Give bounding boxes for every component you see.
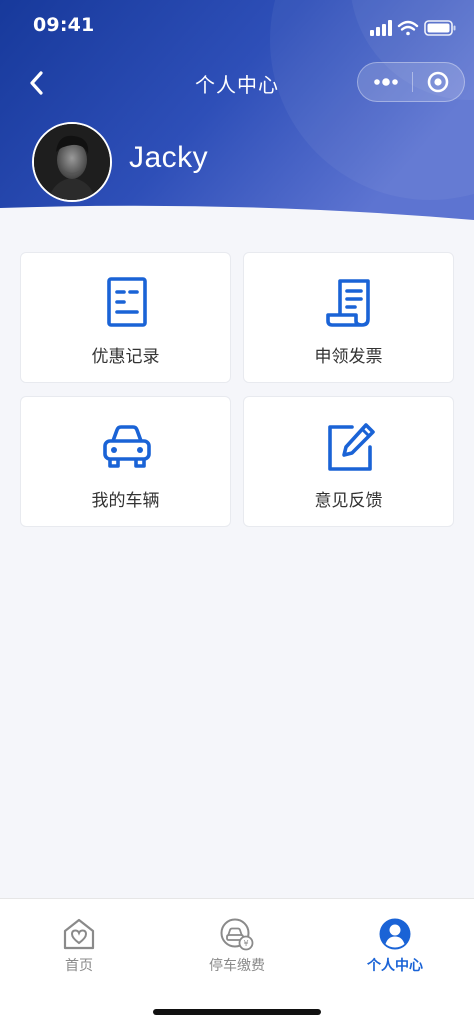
tab-label: 停车缴费: [209, 958, 265, 974]
menu-card-my-vehicles[interactable]: 我的车辆: [20, 396, 231, 527]
parking-payment-icon: ¥: [220, 918, 254, 951]
target-circle-icon: [427, 71, 449, 93]
wifi-icon: [397, 20, 419, 36]
edit-pencil-icon: [328, 423, 375, 471]
svg-text:¥: ¥: [243, 939, 248, 948]
invoice-scroll-icon: [326, 279, 370, 327]
menu-card-feedback[interactable]: 意见反馈: [243, 396, 454, 527]
bottom-tab-bar: 首页 ¥ 停车缴费 个人中心: [0, 898, 474, 1026]
receipt-list-icon: [107, 277, 147, 327]
tab-parking-payment[interactable]: ¥ 停车缴费: [158, 913, 316, 979]
profile-header: 09:41 个人中心 Jacky: [0, 0, 474, 225]
status-time: 09:41: [33, 14, 95, 36]
more-dots-icon: [374, 78, 398, 86]
menu-card-label: 意见反馈: [314, 491, 383, 511]
avatar: [32, 122, 112, 202]
user-profile-icon: [379, 918, 411, 950]
car-icon: [103, 425, 151, 468]
close-button[interactable]: [413, 63, 465, 101]
tab-label: 首页: [65, 958, 93, 974]
home-indicator: [153, 1009, 321, 1015]
battery-icon: [424, 20, 456, 36]
user-photo-avatar: [34, 124, 110, 200]
tab-home[interactable]: 首页: [0, 913, 158, 979]
signal-icon: [370, 20, 392, 36]
menu-card-label: 我的车辆: [91, 491, 160, 511]
home-heart-icon: [63, 918, 95, 950]
username: Jacky: [129, 141, 209, 174]
menu-card-label: 优惠记录: [91, 347, 160, 367]
mini-program-capsule: [357, 62, 465, 102]
status-icons: [370, 18, 458, 42]
tab-personal-center[interactable]: 个人中心: [316, 913, 474, 979]
menu-card-label: 申领发票: [314, 347, 383, 367]
menu-card-apply-invoice[interactable]: 申领发票: [243, 252, 454, 383]
more-button[interactable]: [358, 63, 412, 101]
menu-card-discount-records[interactable]: 优惠记录: [20, 252, 231, 383]
tab-label: 个人中心: [367, 958, 423, 974]
